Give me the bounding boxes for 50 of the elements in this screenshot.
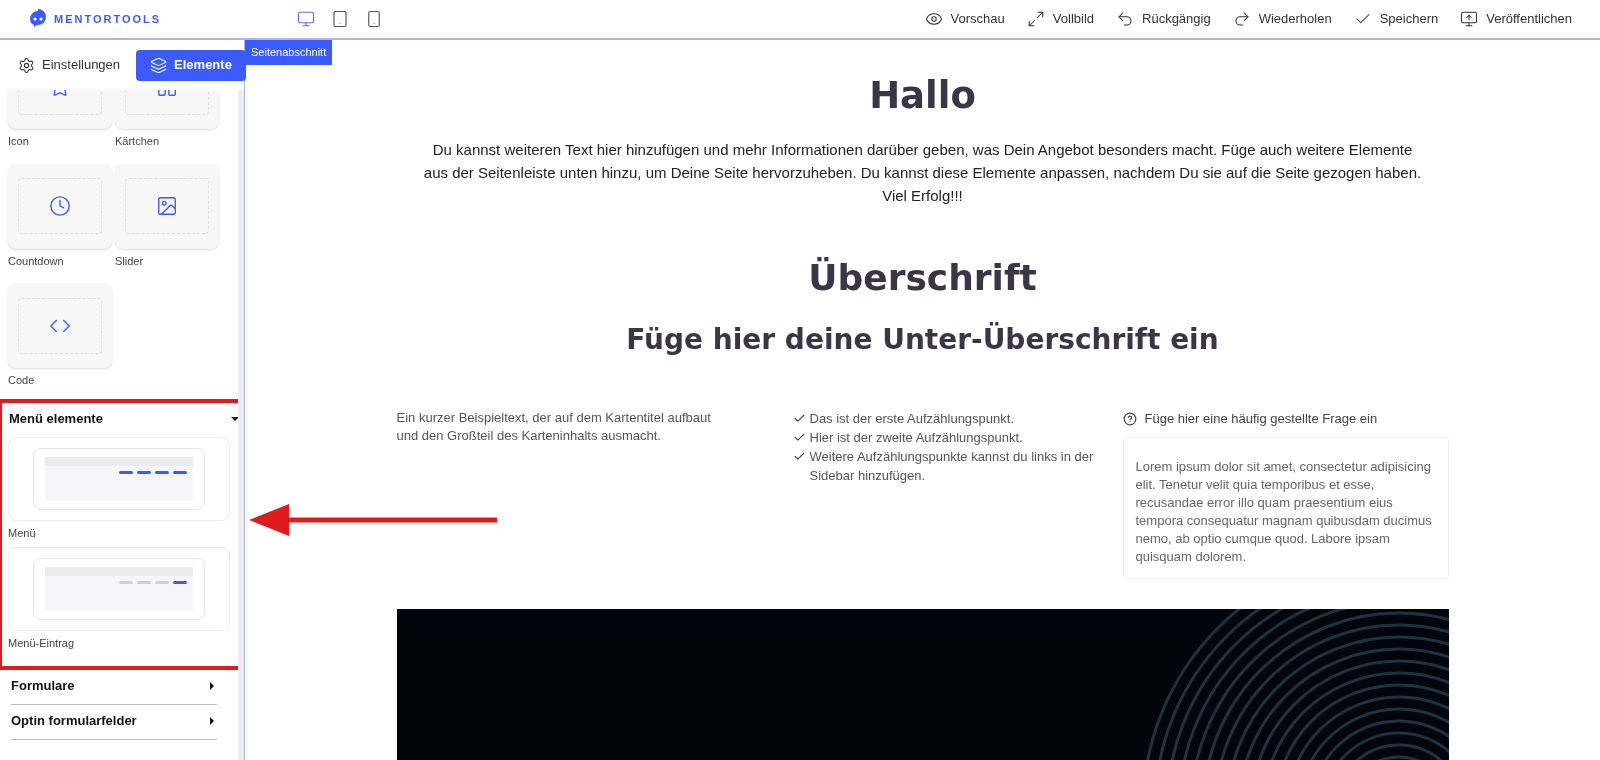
element-tile[interactable] [8, 547, 230, 631]
section-tag: Seitenabschnitt [245, 40, 333, 65]
element-tile[interactable] [8, 163, 112, 249]
help-icon [1122, 411, 1137, 426]
toolbar-button[interactable]: Vorschau [924, 9, 1005, 29]
element-label: Icon [8, 134, 30, 149]
sidebar-tab[interactable]: Elemente [136, 49, 246, 81]
heading: Hallo [869, 73, 976, 119]
section-header[interactable]: Menü elemente [8, 406, 238, 431]
caret-right-icon [207, 715, 217, 726]
expand-icon [1026, 10, 1045, 28]
section-header[interactable]: Formulare [11, 673, 217, 698]
toolbar-button[interactable]: Rückgängig [1116, 9, 1211, 29]
bullet-text: Das ist der erste Aufzählungspunkt. [809, 409, 1014, 428]
toolbar-button[interactable]: Wiederholen [1232, 9, 1332, 29]
bullet-text: Weitere Aufzählungspunkte kannst du links in der Sidebar hinzufügen. [809, 447, 1095, 485]
toolbar-button[interactable]: Veröffentlichen [1460, 9, 1572, 29]
element-label: Countdown [8, 253, 65, 269]
toolbar-button[interactable]: Vollbild [1026, 9, 1094, 29]
faq-question: Füge hier eine häufig gestellte Frage ein [1144, 409, 1378, 428]
layers-icon [150, 56, 168, 74]
section-header[interactable]: Optin formularfelder [11, 708, 217, 733]
redo-icon [1232, 10, 1251, 28]
tablet-view-button[interactable] [330, 9, 350, 29]
clock-icon [49, 195, 71, 217]
element-tile[interactable] [8, 436, 230, 521]
image-icon [156, 195, 178, 217]
element-label: Slider [115, 253, 145, 269]
caret-right-icon [207, 680, 217, 691]
element-tile[interactable] [8, 283, 112, 368]
card-text: Ein kurzer Beispieltext, der auf dem Kartentitel aufbaut und den Großteil des Karteninhalts ausmacht. [396, 408, 712, 445]
desktop-view-button[interactable] [296, 9, 316, 29]
bullet-text: Hier ist der zweite Aufzählungspunkt. [809, 428, 1023, 447]
heading: Überschrift [808, 255, 1037, 300]
logo-text: MENTORTOOLS [54, 11, 162, 27]
faq-answer-card: Lorem ipsum dolor sit amet, consectetur adipisicing elit. Tenetur velit quia temporibus et esse, recusandae error illo quam praesentium eius tempora consequatur magnam quibusdam ducimus nemo, ab optio cumque quod. Labore ipsam quisquam dolorem. [1122, 436, 1449, 579]
subheading: Füge hier deine Unter-Überschrift ein [626, 321, 1219, 358]
eye-icon [924, 10, 943, 28]
settings-icon [18, 56, 35, 74]
element-label: Kärtchen [115, 134, 161, 149]
element-label: Code [8, 373, 36, 388]
robot-logo-icon [28, 9, 48, 29]
undo-icon [1116, 10, 1134, 28]
element-label: Menü [8, 525, 37, 541]
monitor-icon [1460, 10, 1479, 28]
element-tile[interactable] [115, 163, 219, 249]
sidebar-tab[interactable]: Einstellungen [18, 49, 135, 81]
intro-paragraph: Du kannst weiteren Text hier hinzufügen und mehr Informationen darüber geben, was Dein Angebot besonders macht. Füge auch weitere Elemente aus der Seitenleiste unten hinzu, um Deine Seite hervorzuheben. Du kannst diese Elemente anpassen, nachdem Du sie auf die Seite gezogen haben. Viel Erfolg!!! [422, 139, 1423, 206]
element-label: Menü-Eintrag [8, 636, 76, 651]
toolbar-button[interactable]: Speichern [1353, 9, 1439, 29]
